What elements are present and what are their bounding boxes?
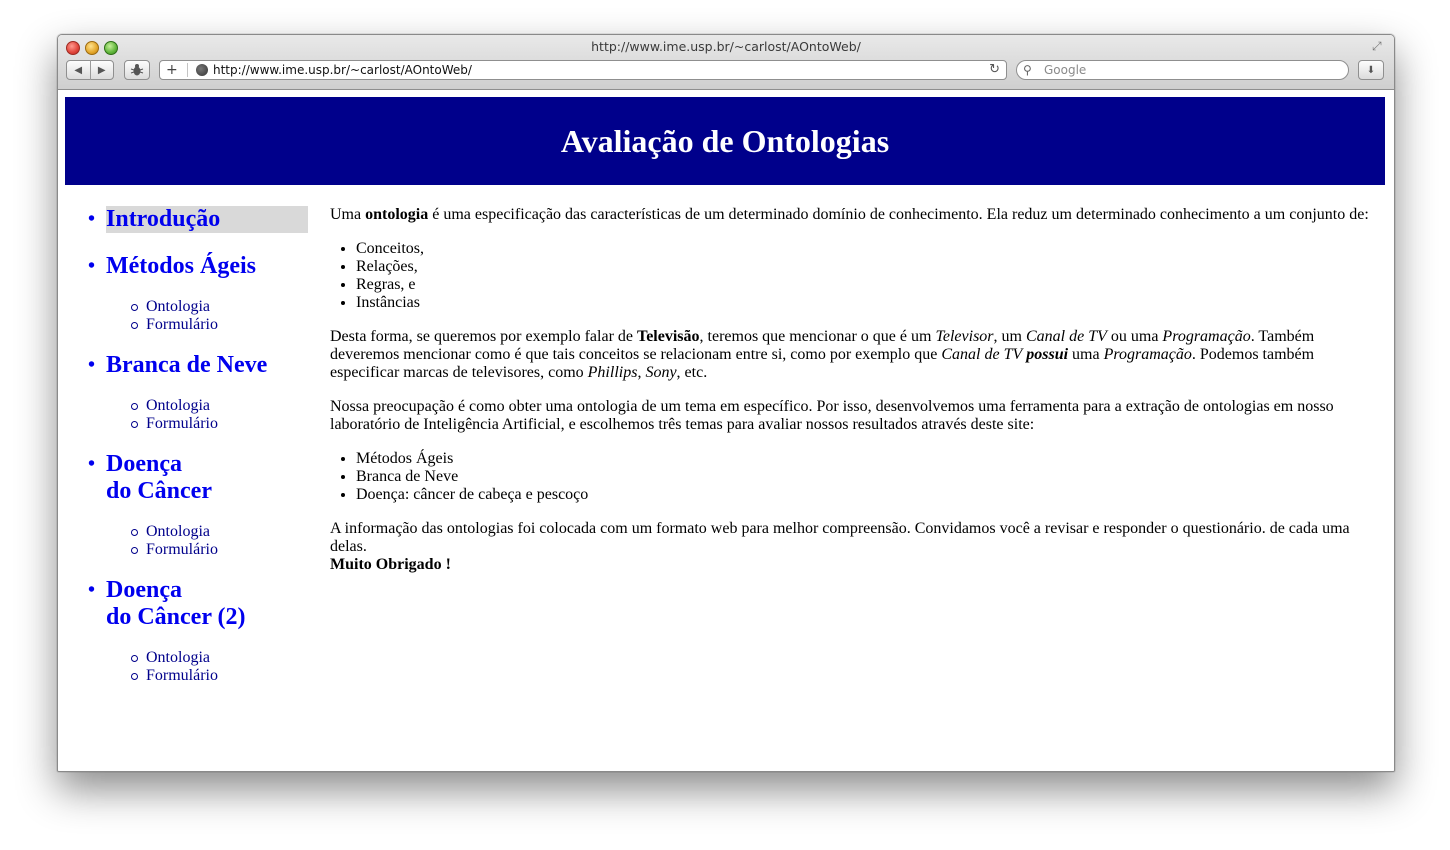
example-paragraph: Desta forma, se queremos por exemplo fal… [330, 328, 1315, 381]
list-item: Doença: câncer de cabeça e pescoço [356, 486, 1382, 504]
intro-paragraph: Uma ontologia é uma especificação das ca… [330, 206, 1369, 223]
main-content: Uma ontologia é uma especificação das ca… [330, 206, 1382, 590]
add-bookmark-icon[interactable]: + [166, 62, 178, 78]
list-item: Branca de Neve [356, 468, 1382, 486]
list-item: Regras, e [356, 276, 1382, 294]
fullscreen-icon[interactable]: ⤢ [1372, 40, 1386, 52]
sidebar-link-doenca-do-cancer[interactable]: Doença do Câncer [106, 451, 308, 505]
bug-icon [130, 64, 144, 76]
list-item: Métodos Ágeis [356, 450, 1382, 468]
sidebar-item-doenca-do-cancer-2: • Doença do Câncer (2) Ontologia Formulá… [86, 577, 308, 685]
back-forward-buttons: ◀ ▶ [66, 60, 114, 80]
sidebar-item-introducao: • Introdução [86, 206, 308, 233]
site-globe-icon [196, 64, 208, 76]
sub-link-formulario[interactable]: Formulário [131, 541, 308, 559]
sidebar-link-branca-de-neve[interactable]: Branca de Neve [106, 352, 308, 379]
sidebar-nav: • Introdução • Métodos Ágeis Ontologia F… [86, 206, 308, 685]
bug-report-button[interactable] [124, 60, 150, 80]
sidebar-item-doenca-do-cancer: • Doença do Câncer Ontologia Formulário [86, 451, 308, 559]
search-placeholder: Google [1044, 63, 1087, 77]
browser-toolbar: http://www.ime.usp.br/~carlost/AOntoWeb/… [58, 35, 1394, 90]
sidebar-link-introducao[interactable]: Introdução [106, 206, 308, 233]
search-icon: ⚲ [1023, 63, 1032, 77]
search-field[interactable]: ⚲ Google [1016, 60, 1349, 80]
list-item: Instâncias [356, 294, 1382, 312]
back-icon[interactable]: ◀ [67, 65, 90, 76]
sub-link-formulario[interactable]: Formulário [131, 667, 308, 685]
list-item: Conceitos, [356, 240, 1382, 258]
sub-link-ontologia[interactable]: Ontologia [131, 397, 308, 415]
download-icon: ⬇ [1366, 64, 1376, 76]
sub-link-formulario[interactable]: Formulário [131, 316, 308, 334]
browser-window: http://www.ime.usp.br/~carlost/AOntoWeb/… [57, 34, 1395, 772]
ontology-components-list: Conceitos, Relações, Regras, e Instância… [330, 240, 1382, 312]
sidebar-item-branca-de-neve: • Branca de Neve Ontologia Formulário [86, 352, 308, 433]
address-bar[interactable]: + http://www.ime.usp.br/~carlost/AOntoWe… [159, 60, 1007, 80]
page-banner: Avaliação de Ontologias [65, 97, 1385, 185]
sub-link-formulario[interactable]: Formulário [131, 415, 308, 433]
themes-list: Métodos Ágeis Branca de Neve Doença: cân… [330, 450, 1382, 504]
motivation-paragraph: Nossa preocupação é como obter uma ontol… [330, 398, 1334, 433]
closing-paragraph: A informação das ontologias foi colocada… [330, 520, 1350, 573]
forward-icon[interactable]: ▶ [91, 65, 114, 76]
reload-icon[interactable]: ↻ [989, 62, 1000, 78]
sidebar-link-doenca-do-cancer-2[interactable]: Doença do Câncer (2) [106, 577, 308, 631]
list-item: Relações, [356, 258, 1382, 276]
sub-link-ontologia[interactable]: Ontologia [131, 298, 308, 316]
sidebar-item-metodos-ageis: • Métodos Ágeis Ontologia Formulário [86, 253, 308, 334]
sub-link-ontologia[interactable]: Ontologia [131, 649, 308, 667]
sidebar-link-metodos-ageis[interactable]: Métodos Ágeis [106, 253, 308, 280]
page-viewport: Avaliação de Ontologias • Introdução • M… [58, 90, 1394, 771]
sub-link-ontologia[interactable]: Ontologia [131, 523, 308, 541]
downloads-button[interactable]: ⬇ [1358, 60, 1384, 80]
page-title: Avaliação de Ontologias [560, 122, 890, 159]
window-title: http://www.ime.usp.br/~carlost/AOntoWeb/ [591, 39, 861, 54]
thanks-text: Muito Obrigado ! [330, 556, 451, 573]
address-url[interactable]: http://www.ime.usp.br/~carlost/AOntoWeb/ [213, 63, 472, 78]
